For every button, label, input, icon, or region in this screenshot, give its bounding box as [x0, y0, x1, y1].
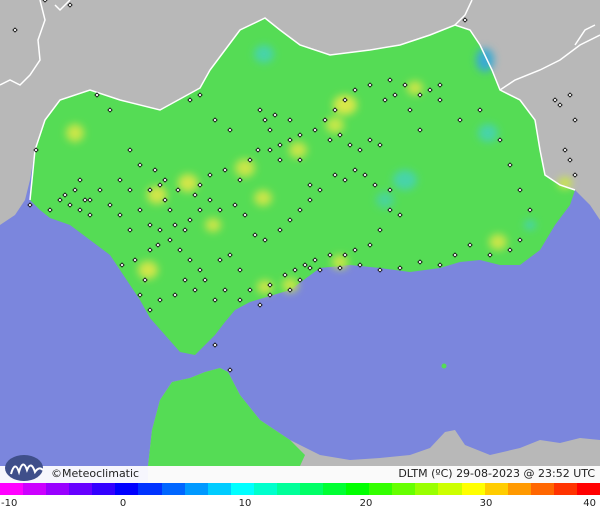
scale-swatch [507, 483, 532, 495]
temperature-map[interactable] [0, 0, 600, 483]
scale-label-max: 40 [583, 498, 596, 509]
scale-swatch [115, 483, 139, 495]
scale-swatch [392, 483, 416, 495]
scale-swatch [0, 483, 24, 495]
color-scale-labels: -10 0 10 20 30 40 [0, 497, 600, 517]
scale-swatch [23, 483, 47, 495]
credit-name: Meteoclimatic [62, 467, 140, 480]
scale-swatch [323, 483, 347, 495]
credit-text: ©Meteoclimatic [51, 467, 139, 480]
scale-label-30: 30 [479, 498, 493, 509]
scale-label-10: 10 [238, 498, 252, 509]
scale-swatch [161, 483, 186, 495]
map-info: DLTM (ºC) 29-08-2023 @ 23:52 UTC [398, 467, 595, 480]
scale-swatch [92, 483, 116, 495]
scale-swatch [530, 483, 555, 495]
scale-swatch [553, 483, 578, 495]
scale-swatch [300, 483, 324, 495]
scale-swatch [369, 483, 393, 495]
scale-swatch [184, 483, 209, 495]
time-label: @ 23:52 UTC [523, 467, 596, 480]
scale-swatch [461, 483, 486, 495]
scale-label-20: 20 [359, 498, 373, 509]
copyright-symbol: © [51, 467, 62, 480]
alboran-island [441, 363, 447, 369]
scale-swatch [415, 483, 439, 495]
scale-label-0: 0 [119, 498, 127, 509]
scale-swatch [69, 483, 93, 495]
scale-swatch [438, 483, 463, 495]
variable-label: DLTM (ºC) [398, 467, 453, 480]
scale-swatch [46, 483, 70, 495]
scale-swatch [253, 483, 278, 495]
date-label: 29-08-2023 [456, 467, 520, 480]
scale-swatch [276, 483, 301, 495]
scale-swatch [230, 483, 255, 495]
meteoclimatic-logo-icon[interactable] [3, 452, 49, 482]
credit-bar: ©Meteoclimatic DLTM (ºC) 29-08-2023 @ 23… [0, 455, 600, 483]
scale-swatch [138, 483, 163, 495]
scale-swatch [207, 483, 232, 495]
scale-swatch [576, 483, 600, 495]
scale-label-min: -10 [1, 498, 18, 509]
scale-swatch [484, 483, 509, 495]
color-scale-bar [0, 483, 600, 495]
map-container: ©Meteoclimatic DLTM (ºC) 29-08-2023 @ 23… [0, 0, 600, 517]
scale-swatch [346, 483, 370, 495]
